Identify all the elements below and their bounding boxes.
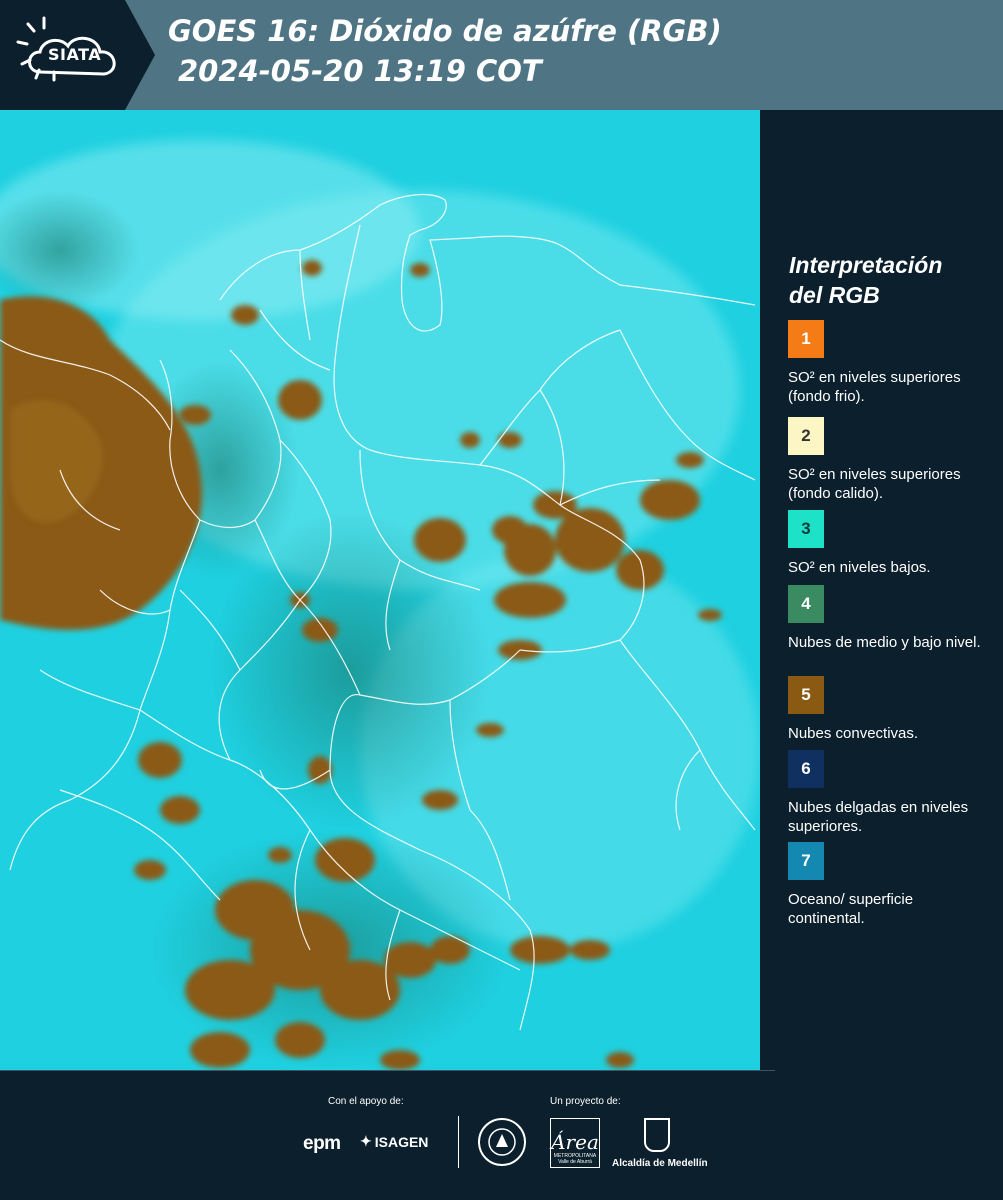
legend-item-2: 2 SO² en niveles superiores (fondo calid… <box>788 417 993 503</box>
area-logo-small2: Valle de Aburrá <box>558 1159 592 1165</box>
legend-swatch-6: 6 <box>788 750 824 788</box>
legend-title: Interpretación del RGB <box>789 250 994 310</box>
area-metropolitana-logo: Área METROPOLITANA Valle de Aburrá <box>550 1118 600 1168</box>
alcaldia-label: Alcaldía de Medellín <box>612 1158 708 1169</box>
legend-item-1: 1 SO² en niveles superiores (fondo frio)… <box>788 320 993 406</box>
legend-label-4: Nubes de medio y bajo nivel. <box>788 634 981 651</box>
legend-label-6: Nubes delgadas en niveles superiores. <box>788 799 969 835</box>
alcaldia-shield-icon <box>644 1118 670 1152</box>
legend-label-2: SO² en niveles superiores (fondo calido)… <box>788 466 961 502</box>
legend-label-1: SO² en niveles superiores (fondo frio). <box>788 369 961 405</box>
logo-text: SIATA <box>48 45 102 64</box>
university-seal-icon <box>478 1118 526 1166</box>
legend-item-5: 5 Nubes convectivas. <box>788 676 993 743</box>
satellite-map <box>0 110 760 1070</box>
header-bar: SIATA GOES 16: Dióxido de azúfre (RGB) 2… <box>0 0 1003 110</box>
legend-item-6: 6 Nubes delgadas en niveles superiores. <box>788 750 993 836</box>
footer: Con el apoyo de: Un proyecto de: epm ✦ I… <box>0 1070 1003 1200</box>
legend-swatch-4: 4 <box>788 585 824 623</box>
legend-title-line2: del RGB <box>789 282 880 308</box>
so2-rgb-map <box>0 110 760 1070</box>
isagen-text: ISAGEN <box>374 1133 429 1150</box>
legend-label-3: SO² en niveles bajos. <box>788 559 931 576</box>
siata-logo: SIATA <box>0 0 155 110</box>
footer-separator <box>458 1116 459 1168</box>
legend-swatch-5: 5 <box>788 676 824 714</box>
legend-label-5: Nubes convectivas. <box>788 725 919 742</box>
project-label: Un proyecto de: <box>550 1096 621 1107</box>
epm-logo: epm <box>303 1133 341 1154</box>
support-label: Con el apoyo de: <box>328 1096 404 1107</box>
isagen-mark-icon: ✦ <box>360 1133 372 1149</box>
legend-panel: Interpretación del RGB 1 SO² en niveles … <box>760 110 1003 1070</box>
legend-item-4: 4 Nubes de medio y bajo nivel. <box>788 585 993 652</box>
legend-swatch-3: 3 <box>788 510 824 548</box>
legend-swatch-1: 1 <box>788 320 824 358</box>
legend-swatch-7: 7 <box>788 842 824 880</box>
timestamp: 2024-05-20 13:19 COT <box>178 54 542 88</box>
page: SIATA GOES 16: Dióxido de azúfre (RGB) 2… <box>0 0 1003 1200</box>
legend-item-7: 7 Oceano/ superficie continental. <box>788 842 993 928</box>
legend-title-line1: Interpretación <box>789 252 943 278</box>
legend-label-7: Oceano/ superficie continental. <box>788 891 914 927</box>
legend-item-3: 3 SO² en niveles bajos. <box>788 510 993 577</box>
isagen-logo: ✦ ISAGEN <box>360 1133 428 1150</box>
footer-divider <box>0 1070 775 1071</box>
area-logo-big: Área <box>551 1130 599 1154</box>
seal-emblem-icon <box>488 1128 516 1156</box>
legend-swatch-2: 2 <box>788 417 824 455</box>
page-title: GOES 16: Dióxido de azúfre (RGB) <box>168 14 722 48</box>
